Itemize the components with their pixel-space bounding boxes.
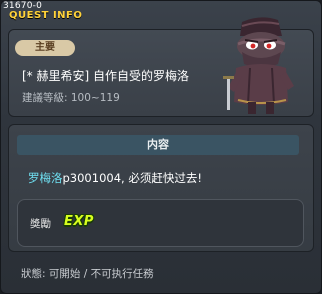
exp-icon: EXP (64, 214, 94, 229)
quest-category-badge: 主要 (15, 40, 75, 56)
reward-label: 獎勵 (30, 218, 51, 230)
quest-recommended-level: 建議等級: 100~119 (22, 92, 120, 104)
content-text-rest: p3001004, 必须赶快过去! (62, 171, 202, 185)
reward-box (17, 199, 304, 247)
quest-name: [* 赫里希安] 自作自受的罗梅洛 (22, 69, 189, 83)
window-title: QUEST INFO (9, 10, 83, 21)
quest-status: 狀態: 可開始 / 不可执行任務 (21, 268, 154, 280)
content-header: 内容 (17, 135, 299, 155)
npc-name-link[interactable]: 罗梅洛 (28, 171, 63, 185)
content-text: 罗梅洛p3001004, 必须赶快过去! (28, 170, 202, 186)
npc-romero-portrait-icon (223, 17, 294, 114)
